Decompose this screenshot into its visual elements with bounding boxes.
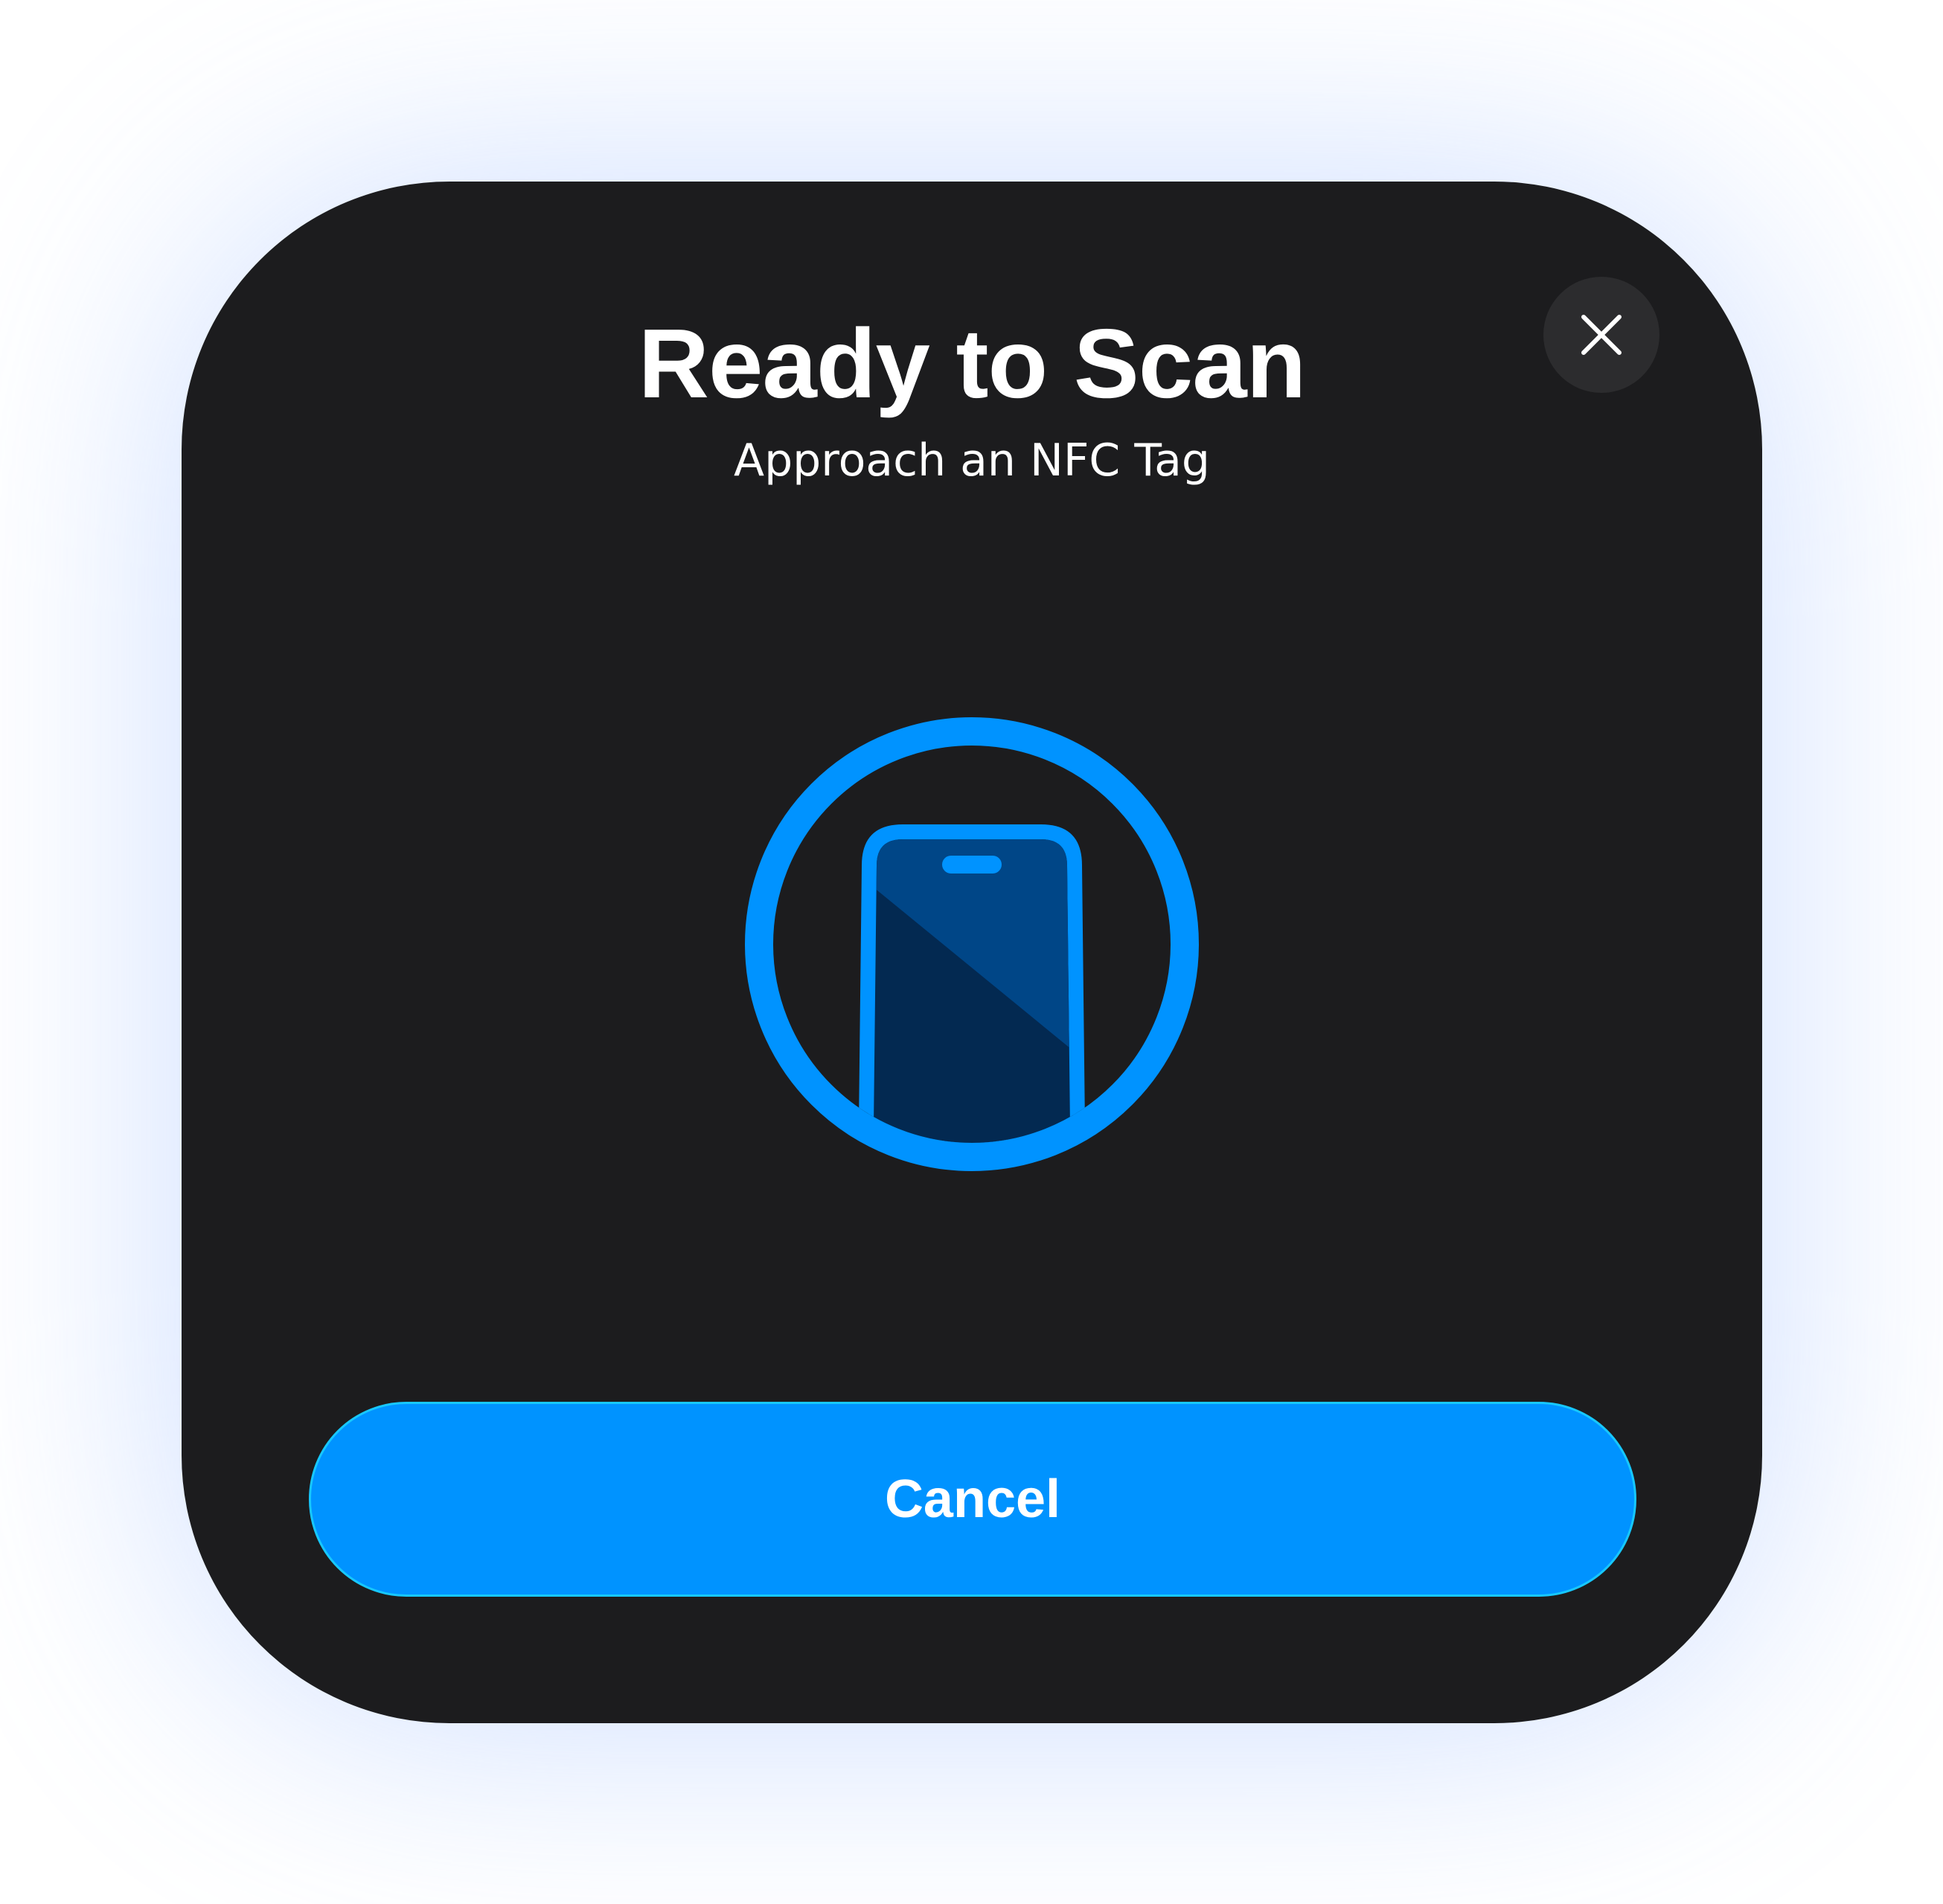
sheet-subtitle: Approach an NFC Tag <box>734 435 1210 487</box>
close-icon <box>1581 315 1622 355</box>
nfc-scan-illustration <box>744 717 1200 1172</box>
cancel-button[interactable]: Cancel <box>309 1402 1636 1597</box>
nfc-phone-icon <box>745 717 1199 1171</box>
nfc-scan-sheet: Ready to Scan Approach an NFC Tag Cancel <box>182 182 1762 1723</box>
sheet-title: Ready to Scan <box>638 309 1307 418</box>
close-button[interactable] <box>1543 277 1659 393</box>
